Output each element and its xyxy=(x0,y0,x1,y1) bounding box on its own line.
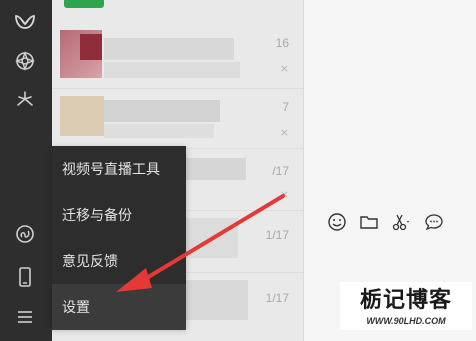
chat-time: 1/17 xyxy=(265,228,289,242)
menu-item-migrate-backup[interactable]: 迁移与备份 xyxy=(52,192,186,238)
blurred-text xyxy=(104,100,220,122)
phone-icon[interactable] xyxy=(13,265,37,289)
watermark-title: 栃记博客 xyxy=(359,287,452,312)
blurred-text xyxy=(104,124,214,138)
chat-bubble-icon[interactable] xyxy=(423,211,445,233)
scissors-icon[interactable] xyxy=(390,211,412,233)
mute-icon: ⨯ xyxy=(279,127,289,139)
chat-time: /17 xyxy=(272,164,289,178)
divider xyxy=(52,88,303,89)
blurred-text xyxy=(104,38,234,60)
settings-menu: 视频号直播工具 迁移与备份 意见反馈 设置 xyxy=(52,146,186,330)
discover-icon[interactable] xyxy=(13,88,37,112)
moments-icon[interactable] xyxy=(13,49,37,73)
watermark-logo: 栃记博客 WWW.90LHD.COM xyxy=(340,282,472,330)
sidebar xyxy=(0,0,52,341)
mute-icon: ⨯ xyxy=(279,189,289,201)
menu-item-settings[interactable]: 设置 xyxy=(52,284,186,330)
menu-icon[interactable] xyxy=(13,305,37,329)
avatar xyxy=(60,96,104,136)
mini-programs-icon[interactable] xyxy=(13,222,37,246)
menu-item-live-tools[interactable]: 视频号直播工具 xyxy=(52,146,186,192)
blurred-text xyxy=(186,218,238,258)
wechat-logo-icon[interactable] xyxy=(13,10,37,34)
chat-time: 1/17 xyxy=(265,291,289,305)
blurred-text xyxy=(186,280,248,320)
menu-item-feedback[interactable]: 意见反馈 xyxy=(52,238,186,284)
blurred-text xyxy=(104,62,240,78)
chat-time: 7 xyxy=(282,100,289,114)
mute-icon: ⨯ xyxy=(279,63,289,75)
new-chat-button[interactable] xyxy=(64,0,104,8)
blurred-text xyxy=(186,158,246,180)
emoji-icon[interactable] xyxy=(326,211,348,233)
watermark-url: WWW.90LHD.COM xyxy=(366,316,446,326)
avatar xyxy=(80,34,102,60)
folder-icon[interactable] xyxy=(358,211,380,233)
chat-time: 16 xyxy=(275,36,289,50)
